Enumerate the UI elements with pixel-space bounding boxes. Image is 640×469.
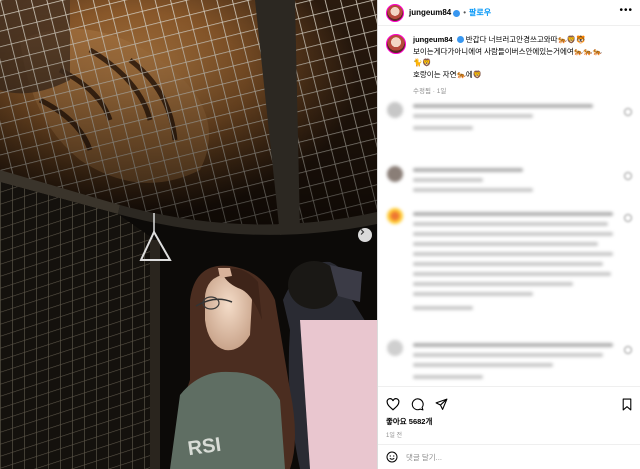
list-item: [413, 168, 603, 198]
caption: jungeum84 반갑다 너브러고안경쓰고와따🐅🦁🐯 보이는게다가아니에여 사…: [386, 34, 636, 95]
likes-count[interactable]: 좋아요 5682개: [386, 416, 633, 427]
post-side-panel: jungeum84 • 팔로우 ••• jungeum84 반갑다 너브러고안경…: [377, 0, 640, 469]
next-image-button[interactable]: [358, 228, 372, 242]
next-icon: [360, 229, 365, 235]
avatar: [387, 208, 403, 224]
caption-avatar[interactable]: [386, 34, 406, 54]
post-header: jungeum84 • 팔로우 •••: [378, 0, 640, 26]
avatar: [387, 102, 403, 118]
heart-icon[interactable]: [624, 172, 632, 180]
comment-icon[interactable]: [411, 397, 424, 411]
verified-icon: [453, 10, 461, 17]
caption-line-3: 🐈🦁: [413, 58, 432, 67]
heart-icon[interactable]: [624, 214, 632, 222]
heart-icon[interactable]: [624, 346, 632, 354]
follow-button[interactable]: 팔로우: [469, 7, 491, 18]
list-item: [413, 104, 603, 136]
comment-bar: [378, 444, 640, 469]
verified-icon: [456, 36, 464, 43]
caption-meta: 수정됨 · 1일: [413, 88, 447, 95]
post-actions: 좋아요 5682개 1일 전: [378, 386, 640, 439]
separator-dot: •: [463, 8, 467, 17]
emoji-icon[interactable]: [386, 451, 398, 463]
heart-icon[interactable]: [624, 108, 632, 116]
comment-input[interactable]: [406, 452, 606, 462]
more-icon[interactable]: •••: [619, 6, 633, 16]
post-time: 1일 전: [386, 433, 403, 439]
heart-icon[interactable]: [386, 397, 400, 411]
username[interactable]: jungeum84: [409, 8, 451, 17]
share-icon[interactable]: [435, 398, 448, 411]
bus-cage-photo: RSI: [0, 0, 377, 469]
caption-line-4: 호랑이는 자연🐅에🦁: [413, 69, 483, 79]
post-photo: RSI: [0, 0, 377, 469]
svg-text:RSI: RSI: [186, 434, 222, 460]
list-item: [413, 212, 618, 316]
list-item: [413, 343, 618, 385]
bookmark-icon[interactable]: [621, 398, 633, 411]
avatar[interactable]: [386, 3, 404, 22]
avatar: [387, 166, 403, 182]
caption-line-2: 보이는게다가아니에여 사람들이버스안에있는거에여🐅🐅🐅: [413, 46, 602, 56]
caption-line-1: 반갑다 너브러고안경쓰고와따🐅🦁🐯: [465, 35, 586, 44]
avatar: [387, 340, 403, 356]
caption-username[interactable]: jungeum84: [413, 35, 453, 44]
caption-text: jungeum84 반갑다 너브러고안경쓰고와따🐅🦁🐯 보이는게다가아니에여 사…: [413, 34, 636, 80]
